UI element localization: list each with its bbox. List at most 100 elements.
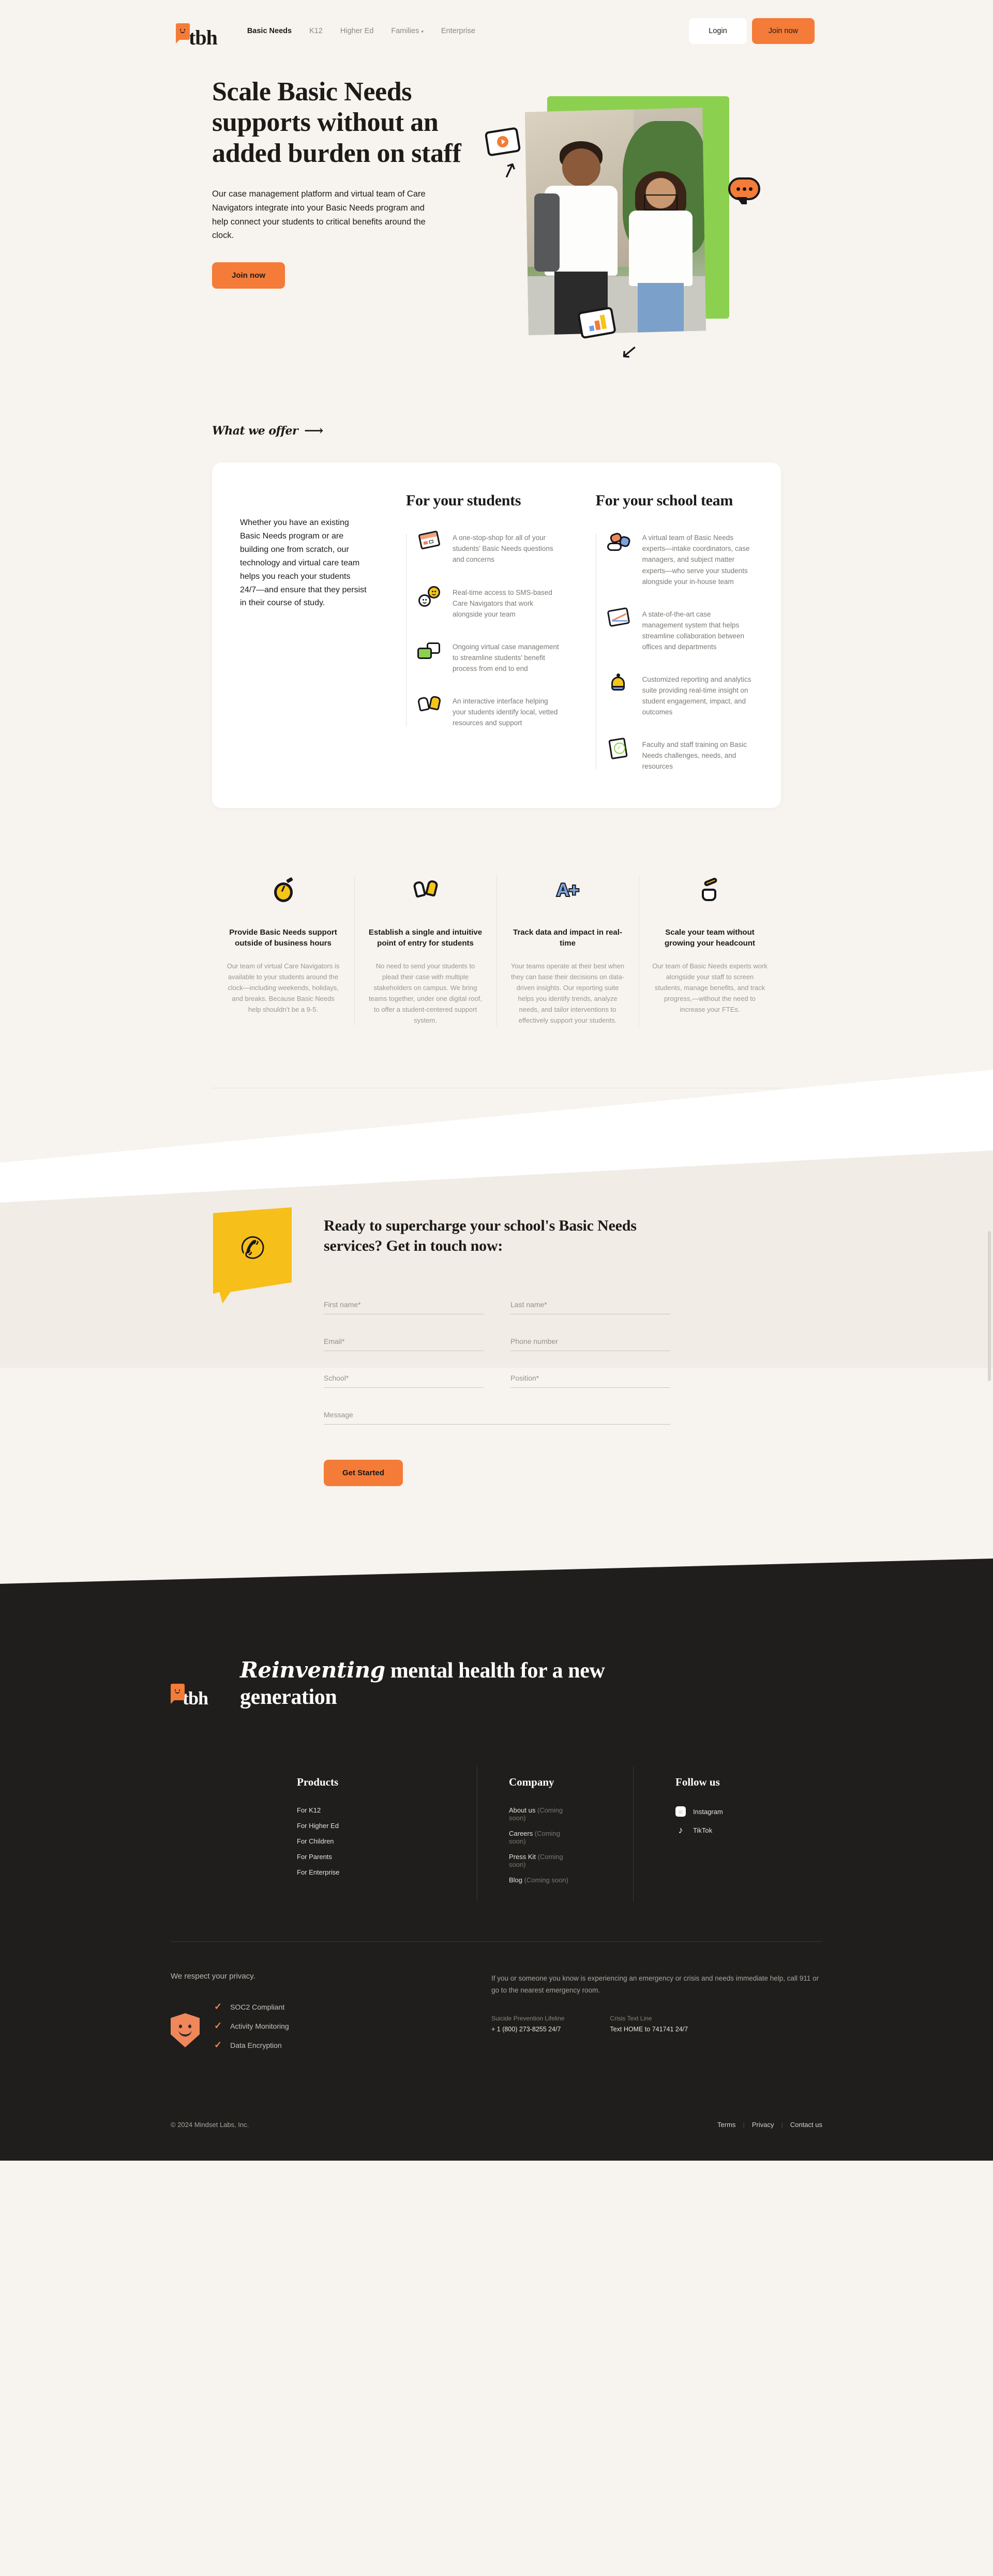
footer-link-k12[interactable]: For K12 — [297, 1806, 421, 1814]
footer-column-company: Company About us (Coming soon) Careers (… — [452, 1766, 608, 1903]
legal-divider: | — [743, 2121, 745, 2129]
offer-item-text: A virtual team of Basic Needs experts—in… — [642, 534, 750, 586]
legal-links: Terms | Privacy | Contact us — [717, 2121, 822, 2129]
features-section: Provide Basic Needs support outside of b… — [212, 875, 781, 1089]
list-item: A virtual team of Basic Needs experts—in… — [607, 531, 753, 587]
feature-title: Track data and impact in real-time — [513, 928, 622, 948]
emergency-text: If you or someone you know is experienci… — [491, 1974, 819, 1994]
footer-link-tiktok[interactable]: ♪ TikTok — [675, 1825, 732, 1835]
offer-eyebrow-label: What we offer — [212, 424, 298, 438]
position-field — [510, 1374, 670, 1388]
offer-intro-text: Whether you have an existing Basic Needs… — [240, 518, 367, 608]
check-icon: ✓ — [214, 2040, 222, 2050]
footer-link-about-us[interactable]: About us (Coming soon) — [509, 1806, 577, 1822]
coming-soon-note: (Coming soon) — [524, 1876, 568, 1884]
hero-copy: Scale Basic Needs supports without an ad… — [212, 71, 471, 402]
footer-column-products: Products For K12 For Higher Ed For Child… — [297, 1776, 452, 1892]
privacy-list: ✓ SOC2 Compliant ✓ Activity Monitoring ✓… — [214, 2001, 289, 2059]
smiley-speech-bubble-icon — [176, 23, 190, 43]
hero-join-now-button[interactable]: Join now — [212, 262, 285, 289]
checklist-icon — [607, 737, 631, 760]
offer-item-text: Real-time access to SMS-based Care Navig… — [453, 588, 552, 618]
tiktok-icon: ♪ — [678, 1824, 683, 1835]
nav-actions: Login Join now — [689, 18, 815, 44]
list-item: Ongoing virtual case management to strea… — [417, 640, 560, 674]
emergency-line-label: Suicide Prevention Lifeline — [491, 2014, 565, 2022]
emergency-line-value[interactable]: Text HOME to 741741 24/7 — [610, 2026, 688, 2033]
feature-desc: Your teams operate at their best when th… — [510, 962, 625, 1024]
feature-title: Establish a single and intuitive point o… — [368, 928, 483, 948]
footer-link-columns: Products For K12 For Higher Ed For Child… — [0, 1711, 993, 1903]
feature-title: Scale your team without growing your hea… — [665, 928, 755, 948]
footer-link-enterprise[interactable]: For Enterprise — [297, 1868, 421, 1876]
nav-item-higher-ed[interactable]: Higher Ed — [340, 27, 373, 35]
offer-team-title: For your school team — [595, 492, 733, 509]
line-graph-icon — [607, 607, 631, 630]
legal-link-contact-us[interactable]: Contact us — [790, 2121, 822, 2129]
nav-item-k12[interactable]: K12 — [309, 27, 323, 35]
email-input[interactable] — [324, 1337, 484, 1352]
message-field — [324, 1411, 670, 1425]
footer-copyright-bar: © 2024 Mindset Labs, Inc. Terms | Privac… — [0, 2059, 993, 2161]
last-name-input[interactable] — [510, 1300, 670, 1315]
get-started-button[interactable]: Get Started — [324, 1460, 403, 1487]
footer-link-children[interactable]: For Children — [297, 1837, 421, 1845]
phone-input[interactable] — [510, 1337, 670, 1352]
offer-section: What we offer ⟶ Whether you have an exis… — [0, 402, 993, 1220]
nav-item-enterprise[interactable]: Enterprise — [441, 27, 475, 35]
legal-divider: | — [781, 2121, 783, 2129]
contact-section: ✆ Ready to supercharge your school's Bas… — [0, 1088, 993, 1564]
login-button[interactable]: Login — [689, 18, 747, 44]
form-row — [324, 1411, 670, 1425]
stopwatch-icon — [225, 875, 341, 905]
legal-link-terms[interactable]: Terms — [717, 2121, 735, 2129]
privacy-item: ✓ SOC2 Compliant — [214, 2001, 289, 2012]
feature-card: Provide Basic Needs support outside of b… — [212, 875, 354, 1026]
footer-brand-wordmark: tbh — [183, 1688, 208, 1709]
emergency-line-value[interactable]: + 1 (800) 273-8255 24/7 — [491, 2026, 564, 2033]
footer-link-parents[interactable]: For Parents — [297, 1853, 421, 1861]
footer-link-higher-ed[interactable]: For Higher Ed — [297, 1822, 421, 1830]
bar-chart-sticker — [577, 306, 616, 339]
footer-tagline: Reinventing mental health for a new gene… — [240, 1657, 633, 1711]
legal-link-privacy[interactable]: Privacy — [752, 2121, 774, 2129]
emergency-lines: Suicide Prevention Lifeline + 1 (800) 27… — [491, 2015, 822, 2033]
join-now-button[interactable]: Join now — [751, 18, 815, 44]
list-item: Faculty and staff training on Basic Need… — [607, 737, 753, 772]
message-input[interactable] — [324, 1411, 670, 1425]
offer-item-text: Faculty and staff training on Basic Need… — [642, 741, 747, 771]
footer-link-press-kit[interactable]: Press Kit (Coming soon) — [509, 1853, 577, 1868]
nav-item-basic-needs[interactable]: Basic Needs — [247, 27, 292, 35]
footer-follow-title: Follow us — [675, 1776, 720, 1789]
footer-link-blog[interactable]: Blog (Coming soon) — [509, 1876, 577, 1884]
footer-link-instagram[interactable]: ◙ Instagram — [675, 1806, 732, 1817]
brand-logo[interactable]: tbh — [176, 14, 218, 48]
site-footer: tbh Reinventing mental health for a new … — [0, 1559, 993, 2161]
offer-eyebrow: What we offer ⟶ — [212, 423, 993, 439]
footer-link-careers[interactable]: Careers (Coming soon) — [509, 1830, 577, 1845]
video-play-sticker — [484, 127, 521, 157]
footer-bottom: We respect your privacy. ✓ SOC2 Complian… — [0, 1942, 993, 2059]
footer-products-title: Products — [297, 1776, 339, 1789]
waving-hands-icon — [368, 875, 483, 905]
privacy-item-label: SOC2 Compliant — [230, 2002, 285, 2011]
school-input[interactable] — [324, 1374, 484, 1388]
footer-brand-logo[interactable]: tbh — [171, 1680, 208, 1708]
smiley-shield-icon — [171, 2013, 200, 2047]
first-name-input[interactable] — [324, 1300, 484, 1315]
offer-team-list: A virtual team of Basic Needs experts—in… — [595, 531, 753, 772]
copyright-text: © 2024 Mindset Labs, Inc. — [171, 2121, 249, 2129]
chat-windows-icon — [417, 640, 441, 662]
privacy-item-label: Data Encryption — [230, 2041, 282, 2049]
footer-header: tbh Reinventing mental health for a new … — [0, 1657, 993, 1711]
position-input[interactable] — [510, 1374, 670, 1388]
offer-column-school-team: For your school team A virtual team of B… — [574, 491, 753, 772]
privacy-item-label: Activity Monitoring — [230, 2021, 289, 2030]
form-row — [324, 1374, 670, 1388]
calendar-icon — [417, 530, 441, 553]
nav-item-families[interactable]: Families ▾ — [391, 27, 424, 35]
feature-card: A+ Track data and impact in real-time Yo… — [496, 875, 639, 1026]
offer-students-list: A one-stop-shop for all of your students… — [406, 530, 560, 728]
hero-collage: ↗ ↗ — [481, 71, 771, 402]
chevron-down-icon: ▾ — [421, 29, 424, 34]
